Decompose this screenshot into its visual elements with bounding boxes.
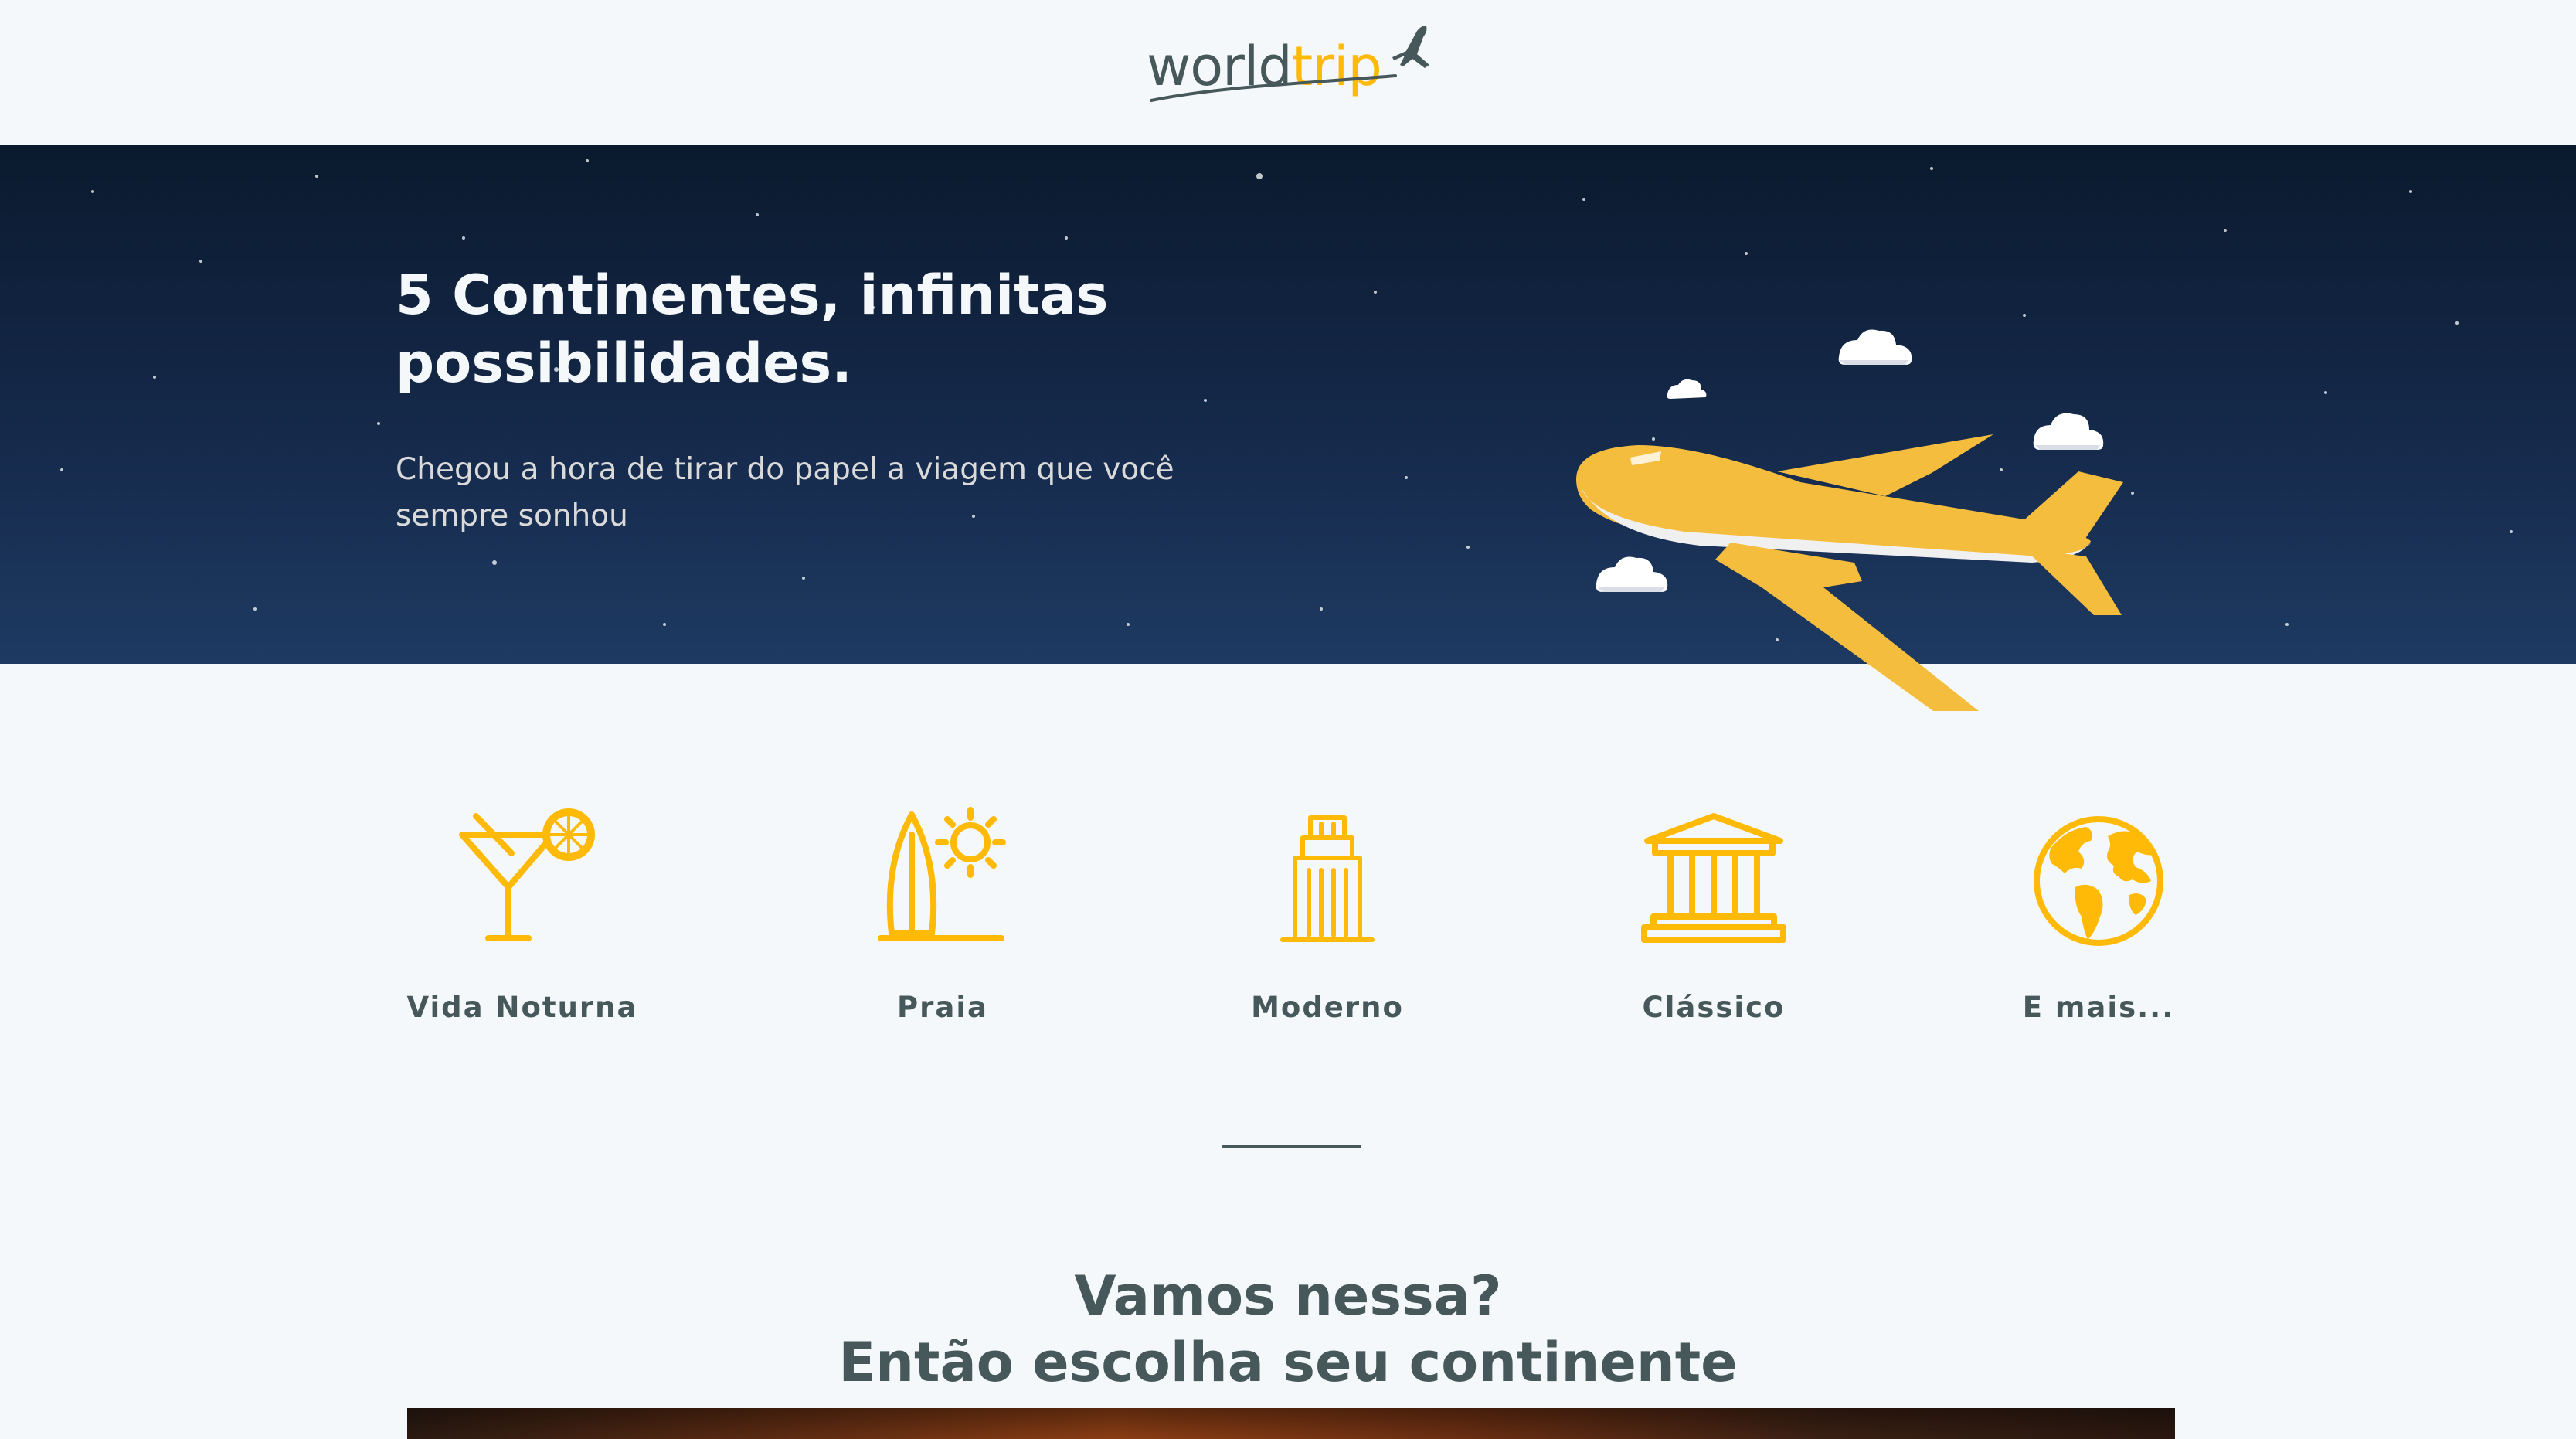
cloud-icon (1596, 556, 1668, 592)
airplane-icon (1392, 26, 1429, 68)
airplane-illustration (1576, 329, 2123, 711)
hero-title: 5 Continentes, infinitas possibilidades. (396, 264, 1109, 395)
logo[interactable]: worldtrip (1147, 23, 1440, 108)
cta-line-1: Vamos nessa? (1074, 1264, 1502, 1328)
hero-banner: 5 Continentes, infinitas possibilidades.… (0, 145, 2576, 664)
cloud-icon (2033, 413, 2104, 450)
travel-type-praia[interactable]: Praia (796, 804, 1089, 1036)
starry-sky-background (60, 159, 2513, 641)
cloud-icon (1667, 379, 1707, 399)
header: worldtrip (0, 0, 2576, 145)
travel-type-classico[interactable]: Clássico (1567, 804, 1861, 1036)
travel-type-e-mais[interactable]: E mais... (1952, 804, 2245, 1036)
cta-line-2: Então escolha seu continente (838, 1331, 1738, 1395)
cocktail-icon (459, 808, 595, 941)
museum-icon (1641, 813, 1786, 943)
logo-swoosh (1150, 74, 1397, 102)
skyscraper-icon (1280, 815, 1375, 942)
travel-type-label: Clássico (1642, 991, 1786, 1024)
continent-carousel[interactable] (407, 1408, 2175, 1439)
section-divider (1222, 1145, 1361, 1148)
surfboard-sun-icon (878, 807, 1006, 941)
travel-type-label: Moderno (1251, 991, 1404, 1024)
travel-type-label: Vida Noturna (406, 991, 638, 1024)
travel-type-vida-noturna[interactable]: Vida Noturna (376, 804, 669, 1036)
cta-heading: Vamos nessa? Então escolha seu continent… (0, 1263, 2576, 1396)
travel-type-label: Praia (897, 991, 988, 1024)
hero-subtitle: Chegou a hora de tirar do papel a viagem… (396, 452, 1174, 533)
cloud-icon (1838, 329, 1912, 365)
travel-types: Vida Noturna Praia Moderno Clássico E ma… (0, 804, 2576, 1036)
globe-icon (2034, 816, 2163, 946)
travel-type-moderno[interactable]: Moderno (1181, 804, 1474, 1036)
travel-type-label: E mais... (2022, 991, 2175, 1024)
